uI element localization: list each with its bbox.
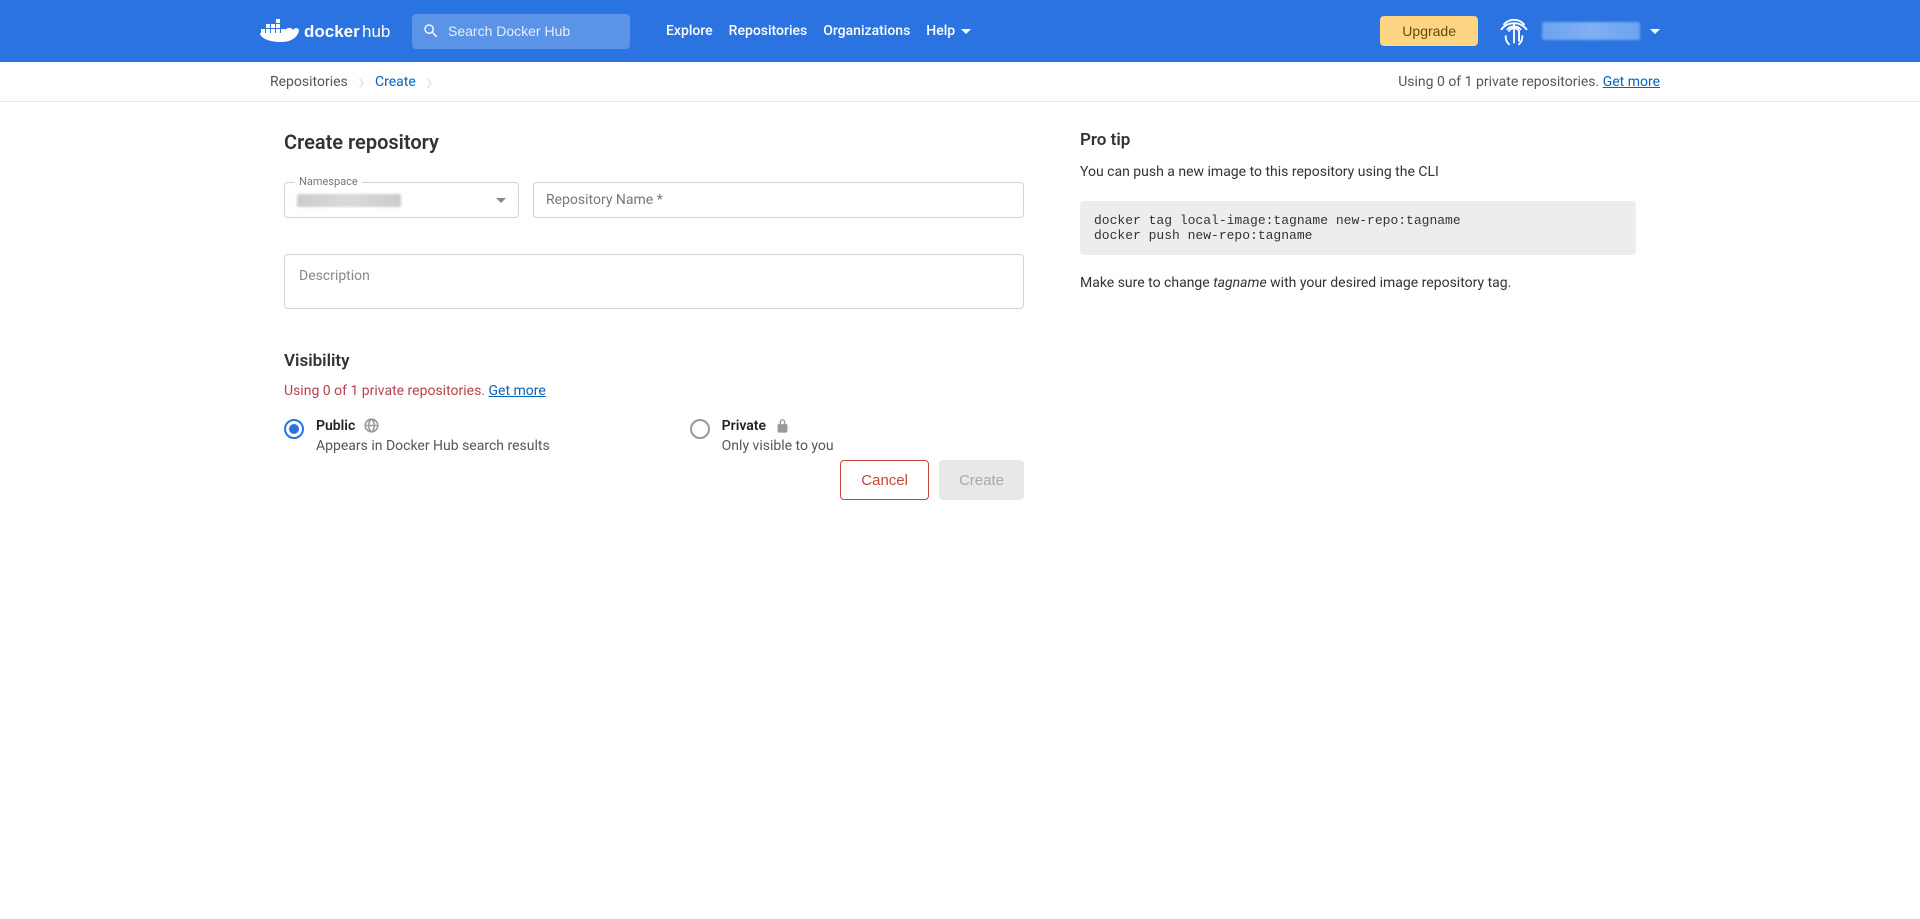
radio-private[interactable] [690,419,710,439]
private-description: Only visible to you [722,438,834,454]
visibility-heading: Visibility [284,351,1024,371]
search-input[interactable] [448,23,620,39]
cli-code-block: docker tag local-image:tagname new-repo:… [1080,201,1636,255]
radio-public[interactable] [284,419,304,439]
private-repo-usage: Using 0 of 1 private repositories. Get m… [1398,74,1660,90]
namespace-select[interactable]: Namespace [284,182,519,218]
outro-post: with your desired image repository tag. [1267,275,1512,291]
create-button: Create [939,460,1024,500]
user-menu[interactable] [1542,22,1660,40]
description-field[interactable]: Description [284,254,1024,309]
svg-text:docker: docker [304,22,360,41]
visibility-option-private[interactable]: Private Only visible to you [690,417,834,454]
visibility-get-more-link[interactable]: Get more [488,383,545,399]
outro-pre: Make sure to change [1080,275,1213,291]
namespace-value-redacted [297,194,401,207]
nav-help-label: Help [926,23,955,39]
search-box[interactable] [412,14,630,49]
chevron-down-icon [1650,29,1660,34]
pro-tip-outro: Make sure to change tagname with your de… [1080,273,1636,294]
chevron-down-icon [496,198,506,203]
nav-help[interactable]: Help [926,23,971,39]
search-icon [422,22,440,40]
breadcrumb: Repositories › Create › [260,62,433,102]
visibility-usage-text: Using 0 of 1 private repositories. [284,383,485,399]
description-placeholder: Description [299,268,370,284]
cancel-button[interactable]: Cancel [840,460,929,500]
chevron-down-icon [961,29,971,34]
main-content: Create repository Namespace Repository N… [260,102,1660,520]
breadcrumb-repositories[interactable]: Repositories [260,74,358,90]
upgrade-button[interactable]: Upgrade [1380,16,1478,46]
nav-repositories[interactable]: Repositories [729,23,808,39]
namespace-label: Namespace [295,175,362,188]
logo[interactable]: docker hub [260,18,396,44]
public-description: Appears in Docker Hub search results [316,438,550,454]
pro-tip-heading: Pro tip [1080,130,1636,150]
fingerprint-icon[interactable] [1494,11,1534,51]
globe-icon [363,417,380,434]
pro-tip-intro: You can push a new image to this reposit… [1080,162,1636,183]
svg-text:hub: hub [362,22,390,41]
top-header: docker hub Explore Repositories Organiza… [0,0,1920,62]
usage-text: Using 0 of 1 private repositories. [1398,74,1599,90]
username-placeholder [1542,22,1640,40]
private-label: Private [722,418,766,434]
get-more-link[interactable]: Get more [1603,74,1660,90]
page-title: Create repository [284,130,1024,154]
repo-name-field[interactable]: Repository Name * [533,182,1024,218]
nav-organizations[interactable]: Organizations [823,23,910,39]
public-label: Public [316,418,355,434]
visibility-option-public[interactable]: Public Appears in Docker Hub search resu… [284,417,550,454]
breadcrumb-create[interactable]: Create [365,74,426,90]
repo-name-placeholder: Repository Name * [546,192,663,208]
nav-links: Explore Repositories Organizations Help [666,23,971,39]
visibility-usage-note: Using 0 of 1 private repositories. Get m… [284,383,1024,399]
sub-header: Repositories › Create › Using 0 of 1 pri… [0,62,1920,102]
nav-explore[interactable]: Explore [666,23,713,39]
lock-icon [774,417,791,434]
outro-em: tagname [1213,275,1266,291]
